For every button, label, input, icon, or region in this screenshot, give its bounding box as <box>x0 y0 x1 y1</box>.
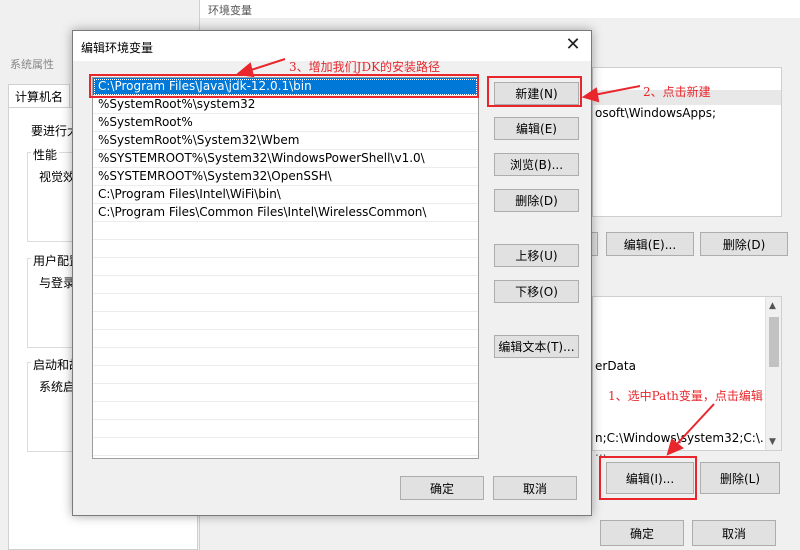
highlight-jdk-path-box <box>89 74 479 98</box>
empty-row <box>93 276 478 294</box>
empty-row <box>93 420 478 438</box>
dialog-title: 编辑环境变量 <box>81 41 154 55</box>
dialog-ok-button[interactable]: 确定 <box>400 476 484 500</box>
dialog-cancel-button[interactable]: 取消 <box>493 476 577 500</box>
scroll-down-icon[interactable]: ▼ <box>769 437 776 447</box>
system-variables-scrollbar[interactable]: ▲ ▼ <box>765 297 781 450</box>
path-entry-row[interactable]: C:\Program Files\Common Files\Intel\Wire… <box>93 204 478 222</box>
dialog-titlebar: 编辑环境变量 ✕ <box>73 31 591 61</box>
empty-row <box>93 384 478 402</box>
env-cancel-button[interactable]: 取消 <box>692 520 776 546</box>
system-properties-title: 系统属性 <box>10 58 54 71</box>
scroll-up-icon[interactable]: ▲ <box>769 301 776 311</box>
browse-button[interactable]: 浏览(B)... <box>494 153 579 176</box>
startup-recovery-text: 系统启 <box>39 380 76 394</box>
performance-text: 视觉效 <box>39 170 76 184</box>
path-entry-row[interactable]: %SystemRoot%\system32 <box>93 96 478 114</box>
empty-row <box>93 402 478 420</box>
system-variables-list[interactable]: erData n;C:\Windows\system32;C:\... ... … <box>592 296 782 459</box>
empty-row <box>93 330 478 348</box>
empty-row <box>93 348 478 366</box>
path-variable-value[interactable]: n;C:\Windows\system32;C:\... <box>595 431 771 445</box>
empty-row <box>93 438 478 456</box>
user-variable-value-fragment: osoft\WindowsApps; <box>595 106 717 120</box>
user-profiles-text: 与登录 <box>39 276 76 290</box>
user-edit-button[interactable]: 编辑(E)... <box>606 232 694 256</box>
delete-button[interactable]: 删除(D) <box>494 189 579 212</box>
highlight-edit-path-box <box>599 456 697 500</box>
env-window-titlebar <box>200 0 800 18</box>
performance-label: 性能 <box>31 146 60 163</box>
move-down-button[interactable]: 下移(O) <box>494 280 579 303</box>
annotation-step1: 1、选中Path变量，点击编辑 <box>608 389 763 403</box>
path-entries-list[interactable]: C:\Program Files\Java\jdk-12.0.1\bin %Sy… <box>92 77 479 459</box>
empty-row <box>93 222 478 240</box>
path-entry-row[interactable]: %SystemRoot% <box>93 114 478 132</box>
move-up-button[interactable]: 上移(U) <box>494 244 579 267</box>
empty-row <box>93 312 478 330</box>
scrollbar-thumb[interactable] <box>769 317 779 367</box>
annotation-step3: 3、增加我们JDK的安装路径 <box>289 60 441 74</box>
system-delete-button[interactable]: 删除(L) <box>700 462 780 494</box>
empty-row <box>93 258 478 276</box>
empty-row <box>93 240 478 258</box>
path-entry-row[interactable]: %SYSTEMROOT%\System32\OpenSSH\ <box>93 168 478 186</box>
edit-text-button[interactable]: 编辑文本(T)... <box>494 335 579 358</box>
env-ok-button[interactable]: 确定 <box>600 520 684 546</box>
annotation-step2: 2、点击新建 <box>643 85 711 99</box>
path-entry-row[interactable]: C:\Program Files\Intel\WiFi\bin\ <box>93 186 478 204</box>
edit-button[interactable]: 编辑(E) <box>494 117 579 140</box>
system-variable-value-fragment: erData <box>595 359 636 373</box>
user-delete-button[interactable]: 删除(D) <box>700 232 788 256</box>
empty-row <box>93 294 478 312</box>
path-entry-row[interactable]: %SystemRoot%\System32\Wbem <box>93 132 478 150</box>
close-icon[interactable]: ✕ <box>563 34 583 55</box>
path-entry-row[interactable]: %SYSTEMROOT%\System32\WindowsPowerShell\… <box>93 150 478 168</box>
tab-computer-name[interactable]: 计算机名 <box>8 84 70 108</box>
env-window-title: 环境变量 <box>208 4 252 17</box>
highlight-new-button-box <box>487 76 582 107</box>
empty-row <box>93 366 478 384</box>
